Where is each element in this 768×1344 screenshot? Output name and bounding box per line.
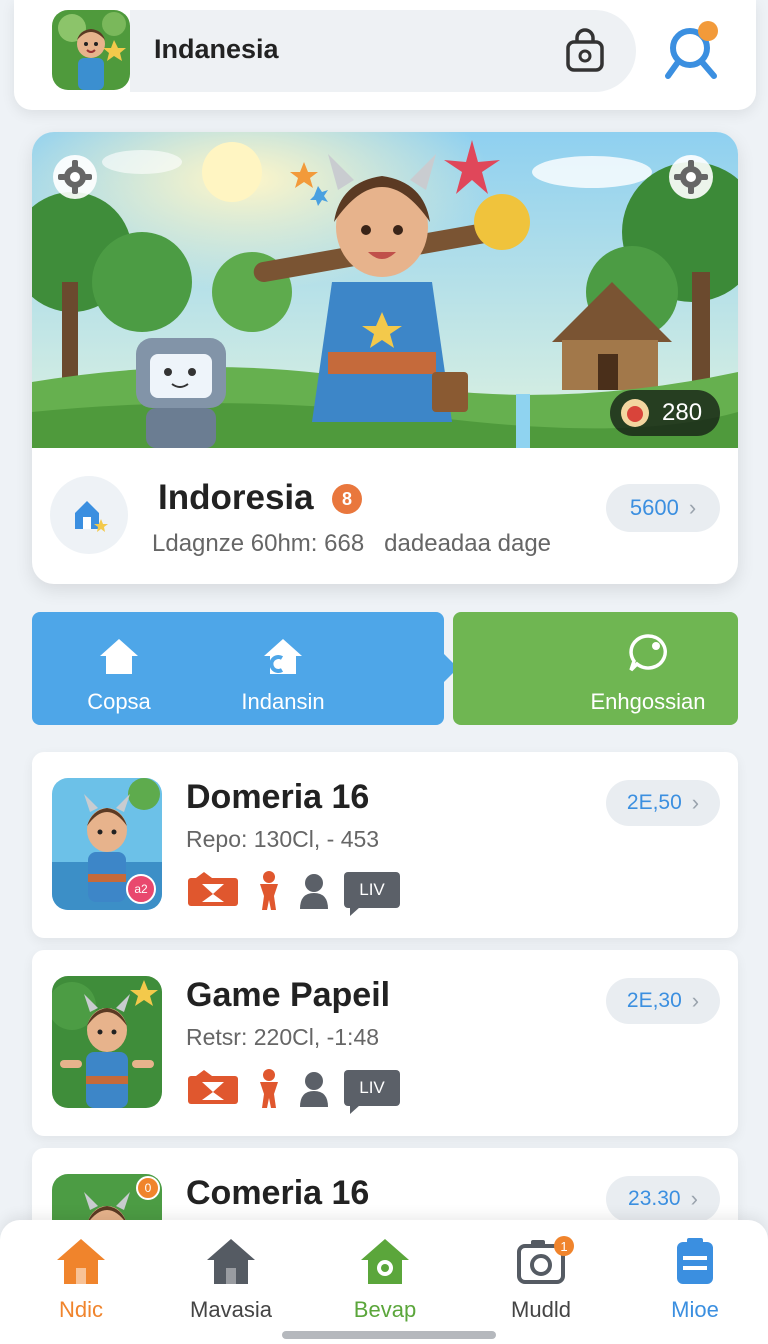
- tab-copsa[interactable]: Copsa: [64, 636, 174, 715]
- nav-label: Ndic: [58, 1297, 103, 1322]
- live-tag[interactable]: LIV: [344, 1070, 400, 1114]
- list-item-meta: Repo: 130Cl, - 453: [186, 826, 380, 852]
- tag-row: LIV: [186, 870, 400, 916]
- live-tag[interactable]: LIV: [344, 872, 400, 916]
- user-icon[interactable]: [298, 871, 330, 909]
- nav-label: Mioe: [671, 1297, 719, 1322]
- home-icon: [207, 1239, 255, 1284]
- chat-bubble-icon: [629, 634, 667, 672]
- list-item-price: 2E,50: [626, 791, 682, 814]
- app-name: Indanesia: [154, 34, 279, 64]
- chevron-right-icon: ›: [691, 790, 700, 815]
- tab-label: Indansin: [241, 689, 325, 714]
- nav-item-mioe[interactable]: Mioe: [640, 1236, 750, 1323]
- chevron-right-icon: ›: [688, 495, 697, 520]
- user-icon[interactable]: [298, 1069, 330, 1107]
- list-item[interactable]: a2 Domeria 16 Repo: 130Cl, - 453 LIV 2E,…: [32, 752, 738, 938]
- home-icon: [57, 1239, 105, 1284]
- tag-row: LIV: [186, 1068, 400, 1114]
- nav-label: Mavasia: [190, 1297, 272, 1322]
- list-item-title: Game Papeil: [186, 976, 391, 1014]
- list-item-price-button[interactable]: 2E,50 ›: [606, 780, 720, 826]
- nav-item-mavasia[interactable]: Mavasia: [176, 1236, 286, 1323]
- featured-price-button[interactable]: 5600 ›: [606, 484, 720, 532]
- clipboard-icon: [677, 1238, 713, 1284]
- home-icon: [100, 639, 138, 674]
- coin-icon: [621, 399, 649, 427]
- tab-label: Enhgossian: [590, 689, 706, 714]
- tab-enhgossian[interactable]: Enhgossian: [453, 612, 738, 725]
- thumbnail-badge: a2: [126, 874, 156, 904]
- tab-label: Copsa: [87, 689, 151, 714]
- chevron-right-icon: ›: [691, 988, 700, 1013]
- coin-counter-badge: 280: [610, 390, 720, 436]
- video-icon[interactable]: [186, 872, 240, 908]
- top-bar: Indanesia: [14, 0, 756, 110]
- settings-gear-icon[interactable]: [52, 154, 98, 200]
- featured-card[interactable]: 280 Indoresia 8 Ldagnze 60hm: 668 dadead…: [32, 132, 738, 584]
- person-icon[interactable]: [254, 870, 284, 910]
- coin-count: 280: [662, 399, 703, 426]
- thumbnail-badge: 0: [136, 1176, 160, 1200]
- person-icon[interactable]: [254, 1068, 284, 1108]
- game-thumbnail: a2: [52, 778, 162, 910]
- bottom-navigation: Ndic Mavasia Bevap 1 Mudld Mioe: [0, 1220, 768, 1344]
- nav-item-mudld[interactable]: 1 Mudld: [486, 1236, 596, 1323]
- video-icon[interactable]: [186, 1070, 240, 1106]
- chevron-right-icon: ›: [690, 1186, 698, 1211]
- list-item-price: 2E,30: [626, 989, 682, 1012]
- shopping-bag-icon[interactable]: [562, 28, 608, 74]
- list-item-price-button[interactable]: 23.30 ›: [606, 1176, 720, 1222]
- featured-price: 5600: [629, 495, 679, 520]
- featured-count-badge: 8: [332, 484, 362, 514]
- list-item-title: Comeria 16: [186, 1174, 370, 1212]
- tab-group-primary: Copsa Indansin: [32, 612, 458, 725]
- notification-badge: 1: [554, 1236, 574, 1256]
- home-camera-icon: [361, 1239, 409, 1284]
- house-signal-icon: [264, 639, 302, 674]
- map-pin-icon: [50, 476, 128, 554]
- list-item-meta: Retsr: 220Cl, -1:48: [186, 1024, 380, 1050]
- list-item-price-button[interactable]: 2E,30 ›: [606, 978, 720, 1024]
- nav-label: Bevap: [353, 1297, 417, 1322]
- nav-item-bevap[interactable]: Bevap: [330, 1236, 440, 1323]
- nav-item-ndic[interactable]: Ndic: [26, 1236, 136, 1323]
- app-avatar[interactable]: [52, 10, 130, 90]
- featured-title: Indoresia: [158, 478, 314, 517]
- nav-label: Mudld: [511, 1297, 571, 1322]
- tab-enhgossian-content: Enhgossian: [573, 632, 723, 715]
- list-item[interactable]: Game Papeil Retsr: 220Cl, -1:48 LIV 2E,3…: [32, 950, 738, 1136]
- list-item-title: Domeria 16: [186, 778, 370, 816]
- tab-indansin[interactable]: Indansin: [218, 636, 348, 715]
- home-indicator[interactable]: [282, 1331, 496, 1339]
- search-icon[interactable]: [662, 16, 726, 86]
- featured-subtitle: Ldagnze 60hm: 668 dadeadaa dage: [152, 530, 552, 557]
- settings-gear-icon[interactable]: [668, 154, 714, 200]
- list-item-price: 23.30: [628, 1187, 681, 1210]
- game-thumbnail: [52, 976, 162, 1108]
